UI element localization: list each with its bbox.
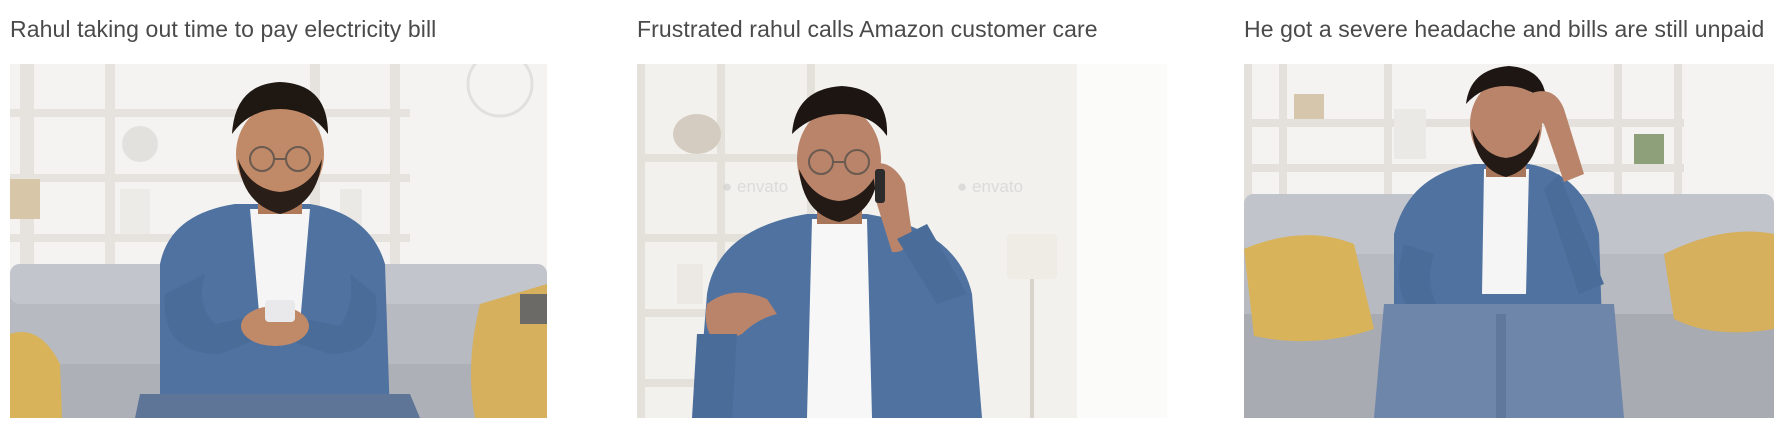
- photo-man-with-headache: [1244, 64, 1774, 418]
- panel-caption: Frustrated rahul calls Amazon customer c…: [637, 16, 1098, 42]
- watermark-text: ● envato: [957, 177, 1023, 196]
- photo-man-using-phone: [10, 64, 547, 418]
- panel-caption: He got a severe headache and bills are s…: [1244, 16, 1765, 42]
- photo-man-on-phone-call: ● envato ● envato: [637, 64, 1167, 418]
- watermark-text: ● envato: [722, 177, 788, 196]
- panel-caption: Rahul taking out time to pay electricity…: [10, 16, 437, 42]
